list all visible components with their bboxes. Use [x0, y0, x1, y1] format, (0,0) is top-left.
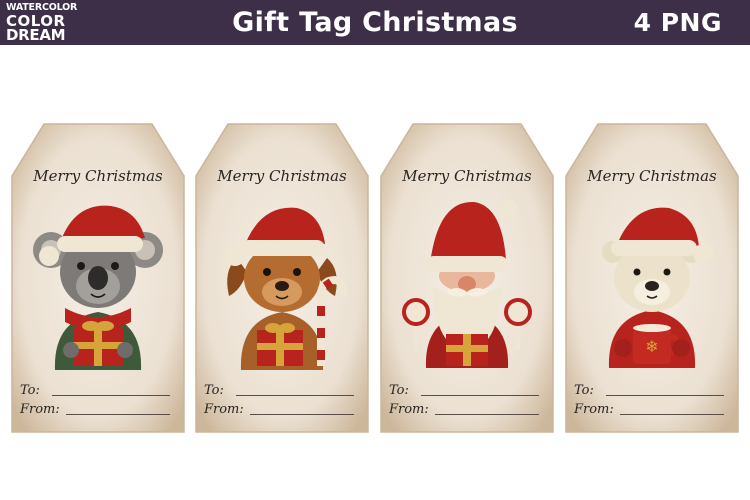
- to-line: To:: [204, 380, 360, 398]
- tag-greeting: Merry Christmas: [217, 167, 347, 185]
- gift-tag-gnome: Merry Christmas To: From:: [379, 122, 555, 434]
- from-label: From:: [389, 402, 429, 417]
- to-underline: [421, 395, 539, 396]
- to-underline: [52, 395, 170, 396]
- from-line: From:: [574, 399, 730, 417]
- page-title: Gift Tag Christmas: [232, 7, 518, 38]
- logo-line-3: DREAM: [6, 25, 66, 44]
- koala-illustration: [33, 205, 163, 370]
- to-label: To:: [20, 383, 40, 398]
- to-label: To:: [389, 383, 409, 398]
- gift-tag-koala: Merry Christmas To: From:: [10, 122, 186, 434]
- from-underline: [250, 414, 354, 415]
- from-line: From:: [204, 399, 360, 417]
- from-line: From:: [20, 399, 176, 417]
- to-line: To:: [574, 380, 730, 398]
- puppy-illustration: [225, 207, 347, 370]
- from-label: From:: [574, 402, 614, 417]
- tag-greeting: Merry Christmas: [402, 167, 532, 185]
- to-label: To:: [574, 383, 594, 398]
- from-underline: [620, 414, 724, 415]
- from-label: From:: [20, 402, 60, 417]
- gift-tag-polar-bear: Merry Christmas ❄ To: From:: [564, 122, 740, 434]
- from-line: From:: [389, 399, 545, 417]
- to-underline: [236, 395, 354, 396]
- to-underline: [606, 395, 724, 396]
- to-line: To:: [20, 380, 176, 398]
- polar-bear-illustration: ❄: [602, 207, 713, 368]
- tag-greeting: Merry Christmas: [587, 167, 717, 185]
- tag-greeting: Merry Christmas: [33, 167, 163, 185]
- gift-tag-puppy: Merry Christmas To: From:: [194, 122, 370, 434]
- from-label: From:: [204, 402, 244, 417]
- from-underline: [66, 414, 170, 415]
- header-banner: WATERCOLOR COLOR DREAM Gift Tag Christma…: [0, 0, 750, 45]
- to-label: To:: [204, 383, 224, 398]
- from-underline: [435, 414, 539, 415]
- gnome-illustration: [402, 200, 532, 368]
- png-count-label: 4 PNG: [633, 8, 722, 37]
- svg-text:❄: ❄: [645, 337, 658, 356]
- to-line: To:: [389, 380, 545, 398]
- brand-logo: WATERCOLOR COLOR DREAM: [6, 3, 77, 44]
